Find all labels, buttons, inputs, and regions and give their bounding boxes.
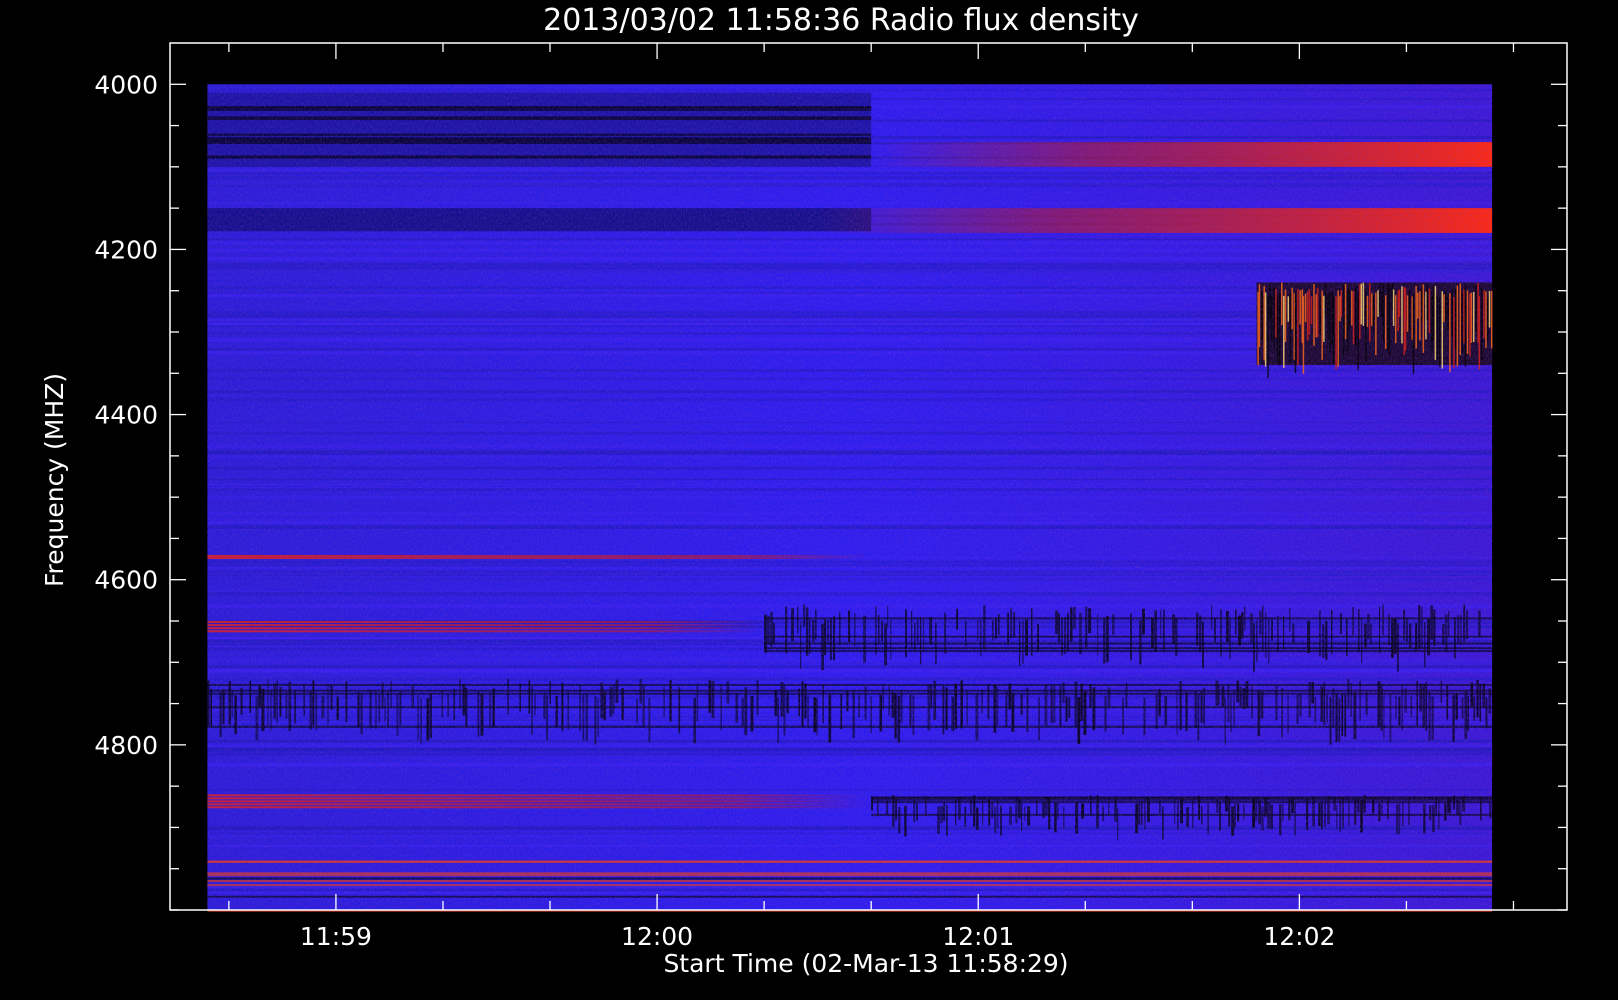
chart-title: 2013/03/02 11:58:36 Radio flux density [543, 3, 1139, 38]
x-tick-label: 12:02 [1263, 922, 1335, 951]
y-tick-label: 4800 [94, 731, 158, 760]
x-axis-label: Start Time (02-Mar-13 11:58:29) [663, 949, 1068, 978]
y-axis-label: Frequency (MHZ) [40, 373, 69, 587]
x-tick-label: 12:00 [621, 922, 693, 951]
y-tick-label: 4000 [94, 70, 158, 99]
x-tick-label: 11:59 [300, 922, 372, 951]
plot-area [207, 84, 1493, 912]
noise-overlay [207, 84, 1493, 911]
y-tick-label: 4200 [94, 235, 158, 264]
spectrogram-figure: 2013/03/02 11:58:36 Radio flux density 4… [40, 3, 1568, 978]
y-tick-label: 4400 [94, 401, 158, 430]
x-tick-label: 12:01 [942, 922, 1014, 951]
y-tick-label: 4600 [94, 566, 158, 595]
